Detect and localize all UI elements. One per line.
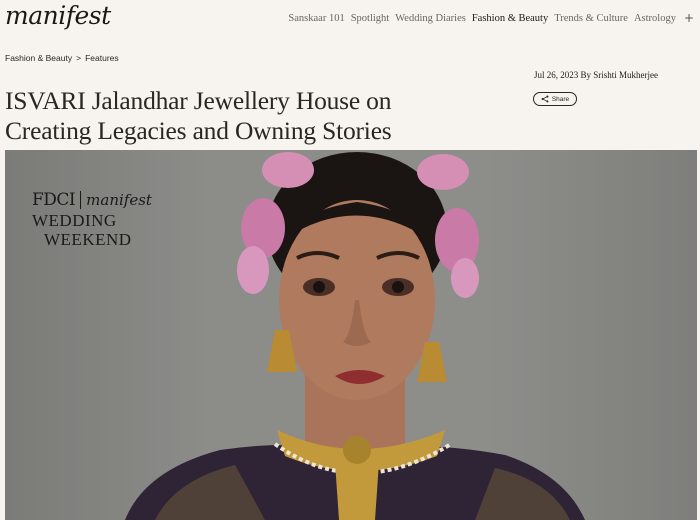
breadcrumb-current[interactable]: Features	[85, 53, 119, 63]
article-meta: Jul 26, 2023 By Srishti Mukherjee	[534, 70, 658, 80]
plus-icon[interactable]: +	[684, 11, 694, 25]
overlay-manifest-wordmark: manifest	[86, 191, 152, 209]
site-logo[interactable]: manifest	[5, 1, 111, 30]
breadcrumb-separator: >	[76, 53, 82, 63]
overlay-wedding-text: WEDDING	[32, 211, 117, 230]
page-title: ISVARI Jalandhar Jewellery House on Crea…	[5, 86, 392, 146]
overlay-weekend-text: WEEKEND	[44, 230, 132, 249]
overlay-divider	[80, 191, 82, 209]
share-icon	[541, 95, 549, 103]
breadcrumb-parent[interactable]: Fashion & Beauty	[5, 53, 72, 63]
nav-item-fashion-beauty[interactable]: Fashion & Beauty	[472, 13, 548, 24]
share-button[interactable]: Share	[533, 92, 577, 106]
main-nav: Sanskaar 101 Spotlight Wedding Diaries F…	[288, 11, 694, 25]
nav-item-trends-culture[interactable]: Trends & Culture	[554, 13, 628, 24]
nav-item-wedding-diaries[interactable]: Wedding Diaries	[395, 13, 466, 24]
publish-date: Jul 26, 2023	[534, 70, 579, 80]
event-logo-overlay: FDCI manifest WEDDING WEEKEND	[32, 190, 152, 248]
site-header: manifest Sanskaar 101 Spotlight Wedding …	[0, 0, 700, 36]
share-label: Share	[551, 95, 570, 103]
hero-image: FDCI manifest WEDDING WEEKEND	[5, 150, 697, 520]
nav-item-astrology[interactable]: Astrology	[634, 13, 676, 24]
nav-item-sanskaar[interactable]: Sanskaar 101	[288, 13, 344, 24]
nav-item-spotlight[interactable]: Spotlight	[351, 13, 390, 24]
fdci-wordmark: FDCI	[32, 190, 76, 210]
author-name: By Srishti Mukherjee	[580, 70, 659, 80]
breadcrumb: Fashion & Beauty > Features	[5, 53, 119, 63]
